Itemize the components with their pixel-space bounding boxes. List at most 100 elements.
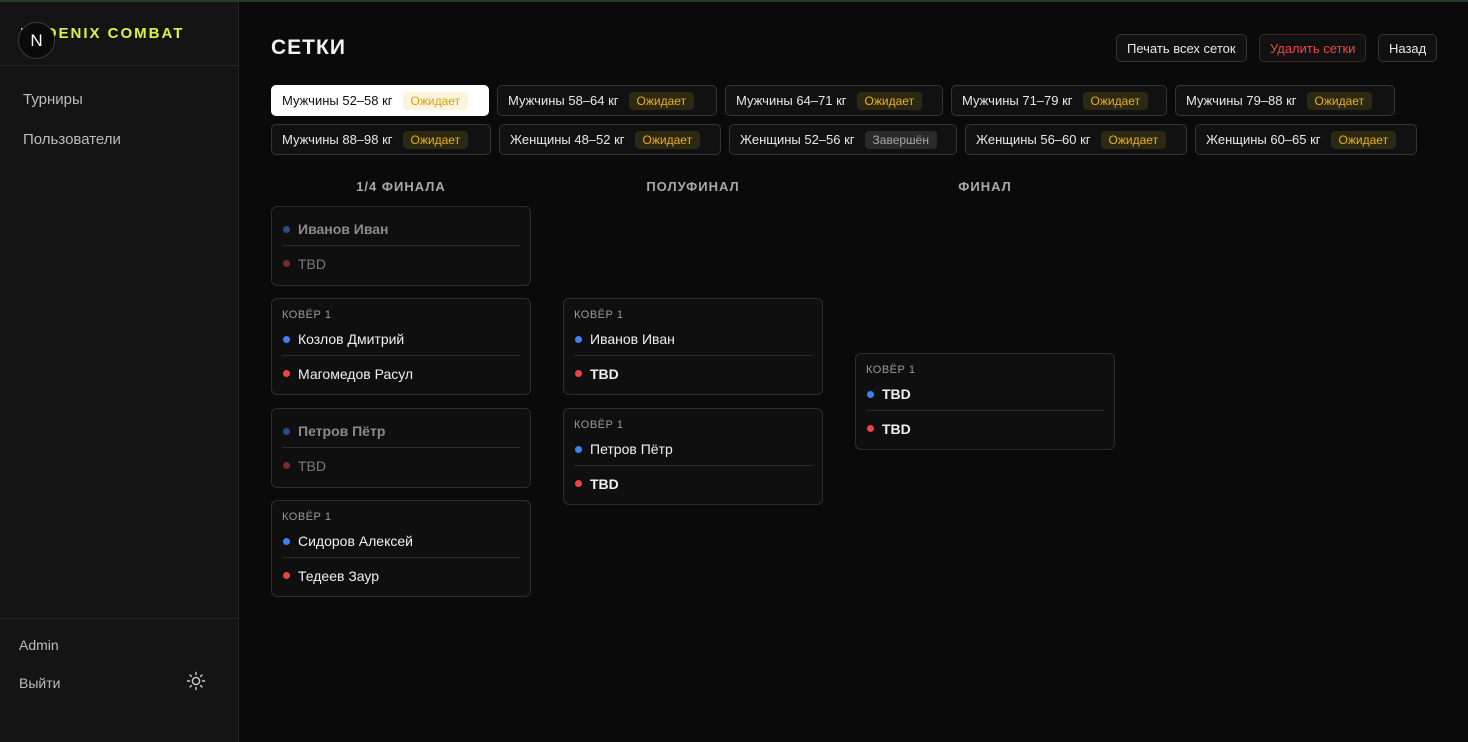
page-title: СЕТКИ [271, 36, 346, 59]
tab-women-52-56[interactable]: Женщины 52–56 кг Завершён [729, 124, 957, 155]
tab-label: Мужчины 58–64 кг [508, 93, 619, 108]
match-card-qf1[interactable]: Иванов Иван TBD [271, 206, 531, 286]
status-badge: Ожидает [1330, 130, 1397, 149]
blue-corner-dot [867, 390, 874, 398]
tab-men-52-58[interactable]: Мужчины 52–58 кг Ожидает [271, 85, 489, 116]
match-card-sf1[interactable]: КОВЁР 1 Иванов Иван TBD [563, 298, 823, 395]
blue-corner-dot [283, 225, 290, 233]
tab-women-60-65[interactable]: Женщины 60–65 кг Ожидает [1195, 124, 1417, 155]
match-card-qf2[interactable]: КОВЁР 1 Козлов Дмитрий Магомедов Расул [271, 298, 531, 395]
avatar[interactable]: N [18, 22, 55, 59]
blue-corner-row: Иванов Иван [282, 213, 520, 246]
fighter-name: Козлов Дмитрий [298, 331, 405, 347]
tab-label: Мужчины 71–79 кг [962, 93, 1073, 108]
fighter-name: Иванов Иван [590, 331, 675, 347]
round-title-semifinal: ПОЛУФИНАЛ [646, 179, 740, 194]
round-title-final: ФИНАЛ [958, 179, 1012, 194]
blue-corner-dot [575, 445, 582, 453]
fighter-name: Тедеев Заур [298, 567, 380, 584]
red-corner-row: TBD [574, 467, 812, 500]
main-content: СЕТКИ Печать всех сеток Удалить сетки На… [239, 2, 1468, 742]
tab-label: Мужчины 52–58 кг [282, 93, 393, 108]
status-badge: Ожидает [856, 91, 923, 110]
blue-corner-row: Петров Пётр [574, 433, 812, 466]
blue-corner-row: Сидоров Алексей [282, 525, 520, 558]
fighter-name: TBD [882, 386, 911, 402]
tab-label: Женщины 60–65 кг [1206, 132, 1321, 147]
tab-men-64-71[interactable]: Мужчины 64–71 кг Ожидает [725, 85, 943, 116]
tab-label: Женщины 48–52 кг [510, 132, 625, 147]
tab-women-56-60[interactable]: Женщины 56–60 кг Ожидает [965, 124, 1187, 155]
status-badge: Ожидает [1082, 91, 1149, 110]
match-card-sf2[interactable]: КОВЁР 1 Петров Пётр TBD [563, 408, 823, 505]
status-badge: Ожидает [402, 130, 469, 149]
red-corner-row: TBD [282, 247, 520, 280]
blue-corner-row: Козлов Дмитрий [282, 323, 520, 356]
fighter-name: TBD [590, 365, 619, 382]
status-badge: Ожидает [628, 91, 695, 110]
red-corner-row: Магомедов Расул [282, 357, 520, 390]
mat-label: КОВЁР 1 [574, 309, 624, 321]
sun-icon[interactable] [186, 671, 206, 691]
print-all-button[interactable]: Печать всех сеток [1116, 34, 1247, 62]
mat-label: КОВЁР 1 [866, 364, 916, 376]
status-badge: Ожидает [634, 130, 701, 149]
blue-corner-row: Петров Пётр [282, 415, 520, 448]
match-card-final[interactable]: КОВЁР 1 TBD TBD [855, 353, 1115, 450]
red-corner-dot [867, 425, 874, 432]
status-badge: Ожидает [1100, 130, 1167, 149]
delete-brackets-button[interactable]: Удалить сетки [1259, 34, 1367, 62]
sidebar-item-users[interactable]: Пользователи [23, 131, 121, 148]
fighter-name: Сидоров Алексей [298, 533, 413, 549]
tab-label: Мужчины 64–71 кг [736, 93, 847, 108]
status-badge: Ожидает [1306, 91, 1373, 110]
red-corner-row: TBD [866, 412, 1104, 445]
red-corner-dot [283, 260, 290, 267]
red-corner-row: TBD [282, 449, 520, 482]
tab-label: Женщины 56–60 кг [976, 132, 1091, 147]
tab-men-88-98[interactable]: Мужчины 88–98 кг Ожидает [271, 124, 491, 155]
tab-men-79-88[interactable]: Мужчины 79–88 кг Ожидает [1175, 85, 1395, 116]
red-corner-row: TBD [574, 357, 812, 390]
blue-corner-dot [575, 335, 582, 343]
status-badge: Завершён [864, 130, 937, 149]
tab-label: Мужчины 79–88 кг [1186, 93, 1297, 108]
current-user: Admin [19, 637, 59, 653]
blue-corner-dot [283, 427, 290, 435]
fighter-name: TBD [882, 420, 911, 437]
mat-label: КОВЁР 1 [282, 511, 332, 523]
fighter-name: Петров Пётр [590, 441, 673, 457]
red-corner-dot [575, 480, 582, 487]
sidebar-footer: Admin Выйти [0, 618, 238, 742]
fighter-name: TBD [298, 457, 326, 474]
tab-label: Женщины 52–56 кг [740, 132, 855, 147]
sidebar: PHOENIX COMBAT N Турниры Пользователи Ad… [0, 2, 239, 742]
fighter-name: Петров Пётр [298, 423, 386, 439]
round-title-quarterfinal: 1/4 ФИНАЛА [356, 179, 446, 194]
match-card-qf4[interactable]: КОВЁР 1 Сидоров Алексей Тедеев Заур [271, 500, 531, 597]
fighter-name: TBD [590, 475, 619, 492]
back-button[interactable]: Назад [1378, 34, 1438, 62]
tab-women-48-52[interactable]: Женщины 48–52 кг Ожидает [499, 124, 721, 155]
mat-label: КОВЁР 1 [574, 419, 624, 431]
status-badge: Ожидает [402, 91, 469, 110]
fighter-name: Иванов Иван [298, 221, 389, 237]
red-corner-dot [283, 462, 290, 469]
match-card-qf3[interactable]: Петров Пётр TBD [271, 408, 531, 488]
blue-corner-dot [283, 335, 290, 343]
blue-corner-row: Иванов Иван [574, 323, 812, 356]
fighter-name: Магомедов Расул [298, 365, 414, 382]
fighter-name: TBD [298, 255, 326, 272]
logout-button[interactable]: Выйти [19, 675, 60, 691]
brand: PHOENIX COMBAT N [0, 2, 238, 66]
tab-label: Мужчины 88–98 кг [282, 132, 393, 147]
blue-corner-row: TBD [866, 378, 1104, 411]
tab-men-71-79[interactable]: Мужчины 71–79 кг Ожидает [951, 85, 1167, 116]
red-corner-dot [283, 370, 290, 377]
sidebar-item-tournaments[interactable]: Турниры [23, 91, 83, 108]
red-corner-dot [283, 572, 290, 579]
red-corner-dot [575, 370, 582, 377]
blue-corner-dot [283, 537, 290, 545]
tab-men-58-64[interactable]: Мужчины 58–64 кг Ожидает [497, 85, 717, 116]
red-corner-row: Тедеев Заур [282, 559, 520, 592]
